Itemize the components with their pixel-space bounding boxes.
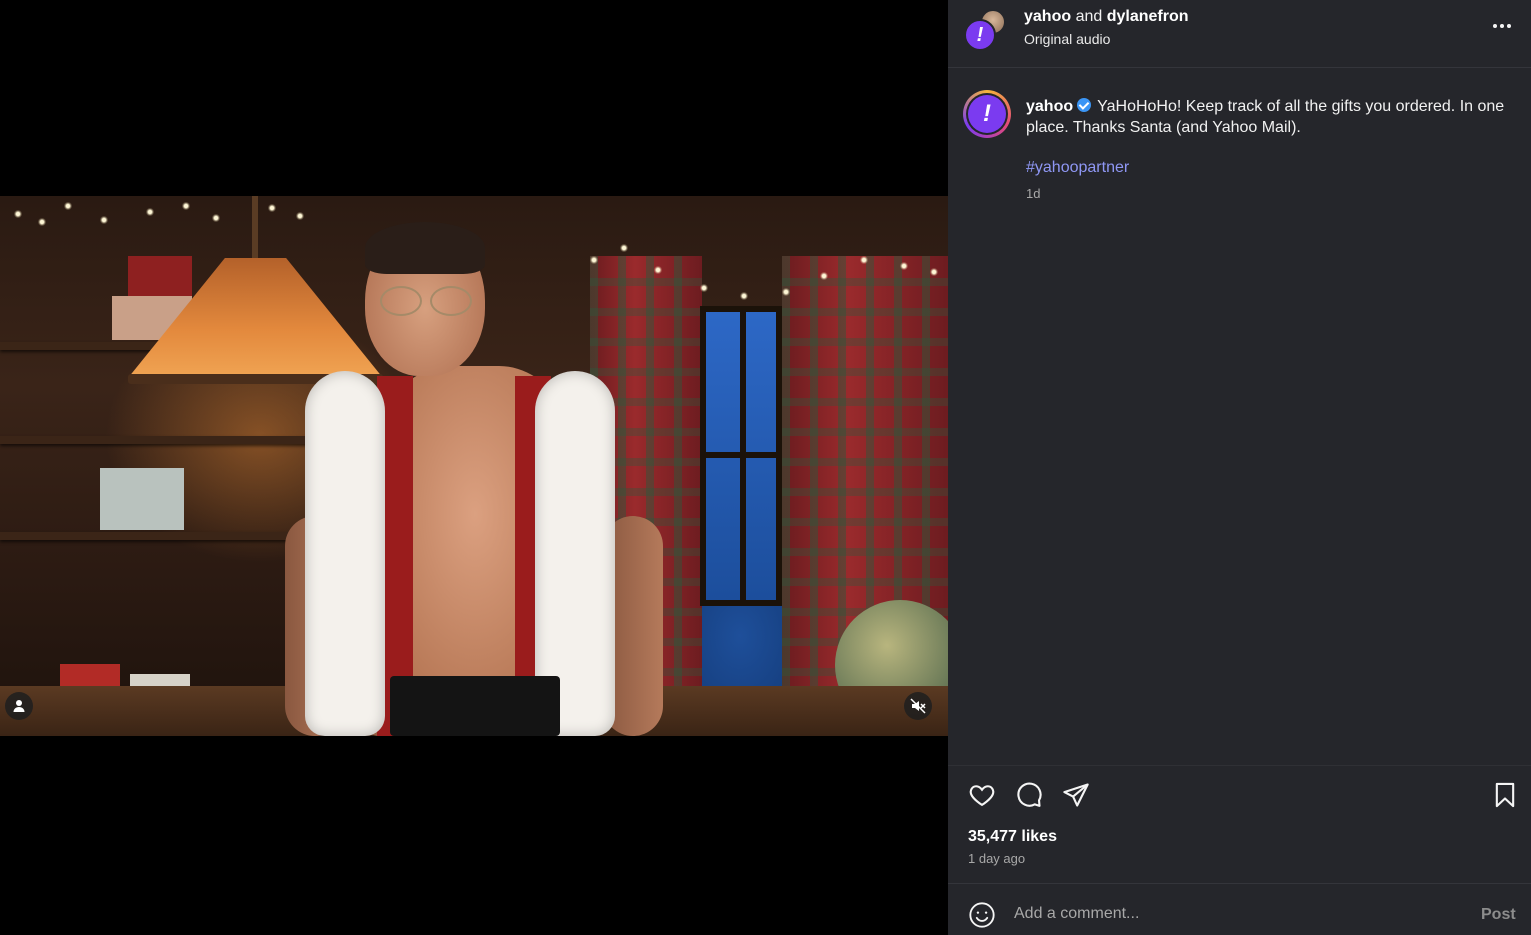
comment-bar: Post [948,883,1531,935]
comment-bubble-icon-glyph [1017,782,1042,807]
authors-conjunction: and [1075,8,1103,25]
post-header: ! yahoo and dylanefron Original audio [948,0,1531,68]
post-caption: yahoo YaHoHoHo! Keep track of all the gif… [1026,96,1516,138]
collab-avatars[interactable]: ! [964,9,1006,51]
yahoo-logo-icon: ! [976,24,984,46]
caption-avatar-yahoo[interactable]: ! [963,90,1011,138]
likes-count[interactable]: 35,477 likes [968,828,1057,846]
more-horizontal-icon[interactable] [1488,16,1516,36]
heart-icon[interactable] [967,780,997,810]
muted-speaker-icon[interactable] [904,692,932,720]
hashtag-link[interactable]: #yahoopartner [1026,159,1129,177]
light [820,272,828,280]
author-link-yahoo[interactable]: yahoo [1024,8,1071,25]
muted-speaker-icon-glyph [910,698,926,714]
light [268,204,276,212]
post-comment-button[interactable]: Post [1481,906,1516,924]
belt [390,676,560,736]
dot [1507,24,1511,28]
post-side-panel: ! yahoo and dylanefron Original audio ! … [948,0,1531,935]
window [700,306,782,606]
paper-plane-icon-glyph [1063,783,1089,807]
avatar-image: ! [968,95,1006,133]
hair [365,222,485,274]
light [146,208,154,216]
author-link-dylanefron[interactable]: dylanefron [1107,8,1189,25]
caption-username[interactable]: yahoo [1026,98,1073,115]
light [296,212,304,220]
light [700,284,708,292]
dot [1493,24,1497,28]
light [64,202,72,210]
verified-badge-icon [1077,98,1092,112]
audio-link[interactable]: Original audio [1024,31,1110,47]
heart-icon-glyph [969,785,995,807]
light [38,218,46,226]
person [285,222,665,736]
light [740,292,748,300]
light [14,210,22,218]
light [182,202,190,210]
shelf [0,532,330,540]
emoji-smile-icon[interactable] [968,901,996,929]
video-player[interactable] [0,196,948,736]
media-viewer [0,0,948,935]
avatar-yahoo[interactable]: ! [964,19,996,51]
bookmark-icon[interactable] [1490,780,1520,810]
avatar-ring: ! [966,93,1008,135]
user-tag-icon[interactable] [5,692,33,720]
light [782,288,790,296]
glasses [380,286,472,316]
yahoo-logo-icon: ! [983,100,991,127]
light [900,262,908,270]
gift-box [128,256,192,296]
paper-plane-icon[interactable] [1061,780,1091,810]
caption-age: 1d [1026,186,1041,201]
action-bar: 35,477 likes 1 day ago [948,765,1531,883]
comment-bubble-icon[interactable] [1014,780,1044,810]
coat-fur-trim [305,371,385,736]
light [860,256,868,264]
shelf [0,436,330,444]
comment-input[interactable] [1014,898,1444,930]
dot [1500,24,1504,28]
light [212,214,220,222]
bookmark-icon-glyph [1495,782,1515,808]
caption-text: YaHoHoHo! Keep track of all the gifts yo… [1026,98,1505,136]
light [100,216,108,224]
gift-box [100,468,184,530]
user-tag-icon-glyph [13,700,25,712]
post-timestamp[interactable]: 1 day ago [968,851,1025,866]
light [930,268,938,276]
post-authors: yahoo and dylanefron [1024,8,1189,26]
lamp-rod [252,196,258,262]
